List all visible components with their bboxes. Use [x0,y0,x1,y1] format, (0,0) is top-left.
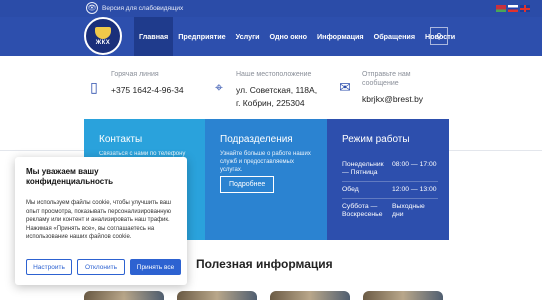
schedule-time: 08:00 — 17:00 [392,161,437,168]
mail-icon: ✉ [339,79,351,95]
schedule-days: Обед [342,186,359,193]
nav-item-home[interactable]: Главная [134,17,174,56]
language-switcher [496,5,530,12]
schedule-days: Понедельник — Пятница [342,161,384,176]
email-label-line1: Отправьте нам [362,71,411,78]
departments-block: Подразделения Узнайте больше о работе на… [205,119,327,240]
cookie-text: Мы используем файлы cookie, чтобы улучши… [26,200,172,240]
phone-label: Горячая линия [111,71,159,78]
schedule-time: Выходные дни [392,203,425,218]
schedule-block-title: Режим работы [342,134,410,145]
cookie-accept-button[interactable]: Принять все [130,259,181,275]
address-line1: ул. Советская, 118А, [236,85,318,95]
top-bar: 👁 Версия для слабовидящих [0,0,542,17]
address-label: Наше местоположение [236,71,312,78]
useful-info-title: Полезная информация [196,257,333,271]
nav-item-one-window[interactable]: Одно окно [265,17,312,56]
more-button[interactable]: Подробнее [220,176,275,193]
main-nav: Главная Предприятие Услуги Одно окно Инф… [134,17,460,56]
thumbnail-image[interactable] [270,291,350,300]
schedule-row: Понедельник — Пятница 08:00 — 17:00 [342,157,438,182]
nav-item-information[interactable]: Информация [312,17,369,56]
nav-item-appeals[interactable]: Обращения [369,17,420,56]
site-logo[interactable]: ЖКХ [84,17,122,55]
nav-item-services[interactable]: Услуги [231,17,265,56]
schedule-table: Понедельник — Пятница 08:00 — 17:00 Обед… [342,157,438,223]
cookie-title: Мы уважаем вашу конфиденциальность [26,167,114,186]
phone-icon: ▯ [90,79,98,95]
contact-address: ⌖ Наше местоположение ул. Советская, 118… [212,70,317,109]
nav-item-company[interactable]: Предприятие [173,17,230,56]
accessibility-label: Версия для слабовидящих [102,4,184,12]
contacts-block-title: Контакты [99,134,143,145]
search-icon: ⚲ [436,31,442,41]
thumbnail-image[interactable] [363,291,443,300]
cookie-reject-button[interactable]: Отклонить [77,259,125,275]
crest-icon [95,26,111,39]
cookie-consent-dialog: Мы уважаем вашу конфиденциальность Мы ис… [15,157,187,285]
flag-by-icon[interactable] [496,5,506,12]
contact-email: ✉ Отправьте нам сообщение kbrjkx@brest.b… [338,70,423,105]
accessibility-link[interactable]: 👁 Версия для слабовидящих [86,2,183,14]
contact-phone: ▯ Горячая линия +375 1642-4-96-34 [87,70,184,96]
thumbnail-image[interactable] [84,291,164,300]
flag-ru-icon[interactable] [508,5,518,12]
phone-value[interactable]: +375 1642-4-96-34 [111,84,184,96]
email-label-line2: сообщение [362,80,399,87]
cookie-customize-button[interactable]: Настроить [26,259,72,275]
schedule-block: Режим работы Понедельник — Пятница 08:00… [327,119,449,240]
thumbnail-image[interactable] [177,291,257,300]
schedule-time: 12:00 — 13:00 [392,186,437,193]
departments-block-text: Узнайте больше о работе наших служб и пр… [220,151,311,173]
schedule-row: Обед 12:00 — 13:00 [342,182,438,199]
useful-thumbnails [84,291,443,300]
logo-text: ЖКХ [95,39,111,46]
eye-icon: 👁 [86,2,98,14]
departments-block-title: Подразделения [220,134,293,145]
flag-en-icon[interactable] [520,5,530,12]
schedule-row: Суббота — Воскресенье Выходные дни [342,199,438,223]
email-value[interactable]: kbrjkx@brest.by [362,93,423,105]
map-pin-icon: ⌖ [215,79,223,95]
search-button[interactable]: ⚲ [430,27,448,45]
address-line2: г. Кобрин, 225304 [236,98,305,108]
cookie-buttons: Настроить Отклонить Принять все [26,259,181,275]
schedule-days: Суббота — Воскресенье [342,203,383,218]
